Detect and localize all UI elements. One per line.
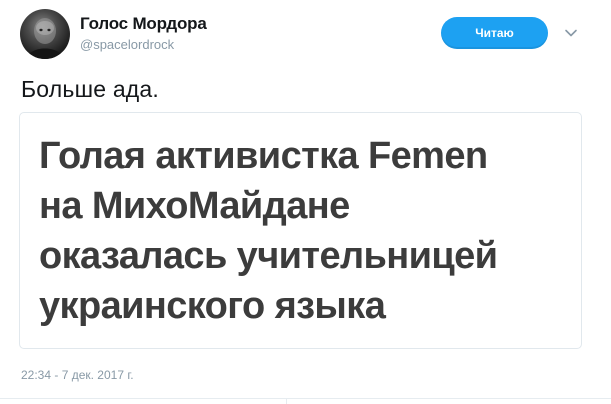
author-display-name[interactable]: Голос Мордора [80, 14, 207, 34]
avatar[interactable] [20, 9, 70, 59]
card-headline-line: на МихоМайдане [39, 185, 350, 227]
tweet-text: Больше ада. [21, 76, 160, 102]
avatar-image [26, 18, 64, 59]
tweet-timestamp[interactable]: 22:34 - 7 дек. 2017 г. [21, 368, 134, 382]
card-headline-line: украинского языка [39, 285, 386, 327]
card-headline: Голая активистка Femen на МихоМайдане ок… [39, 131, 498, 331]
divider [286, 398, 287, 404]
card-headline-line: оказалась учительницей [39, 235, 498, 277]
author-handle[interactable]: @spacelordrock [80, 37, 174, 52]
divider [0, 398, 611, 399]
chevron-down-icon[interactable] [563, 25, 579, 41]
card-headline-line: Голая активистка Femen [39, 135, 488, 177]
media-card[interactable]: Голая активистка Femen на МихоМайдане ок… [19, 112, 582, 349]
follow-button[interactable]: Читаю [441, 17, 548, 49]
tweet: Голос Мордора @spacelordrock Читаю Больш… [0, 0, 611, 404]
